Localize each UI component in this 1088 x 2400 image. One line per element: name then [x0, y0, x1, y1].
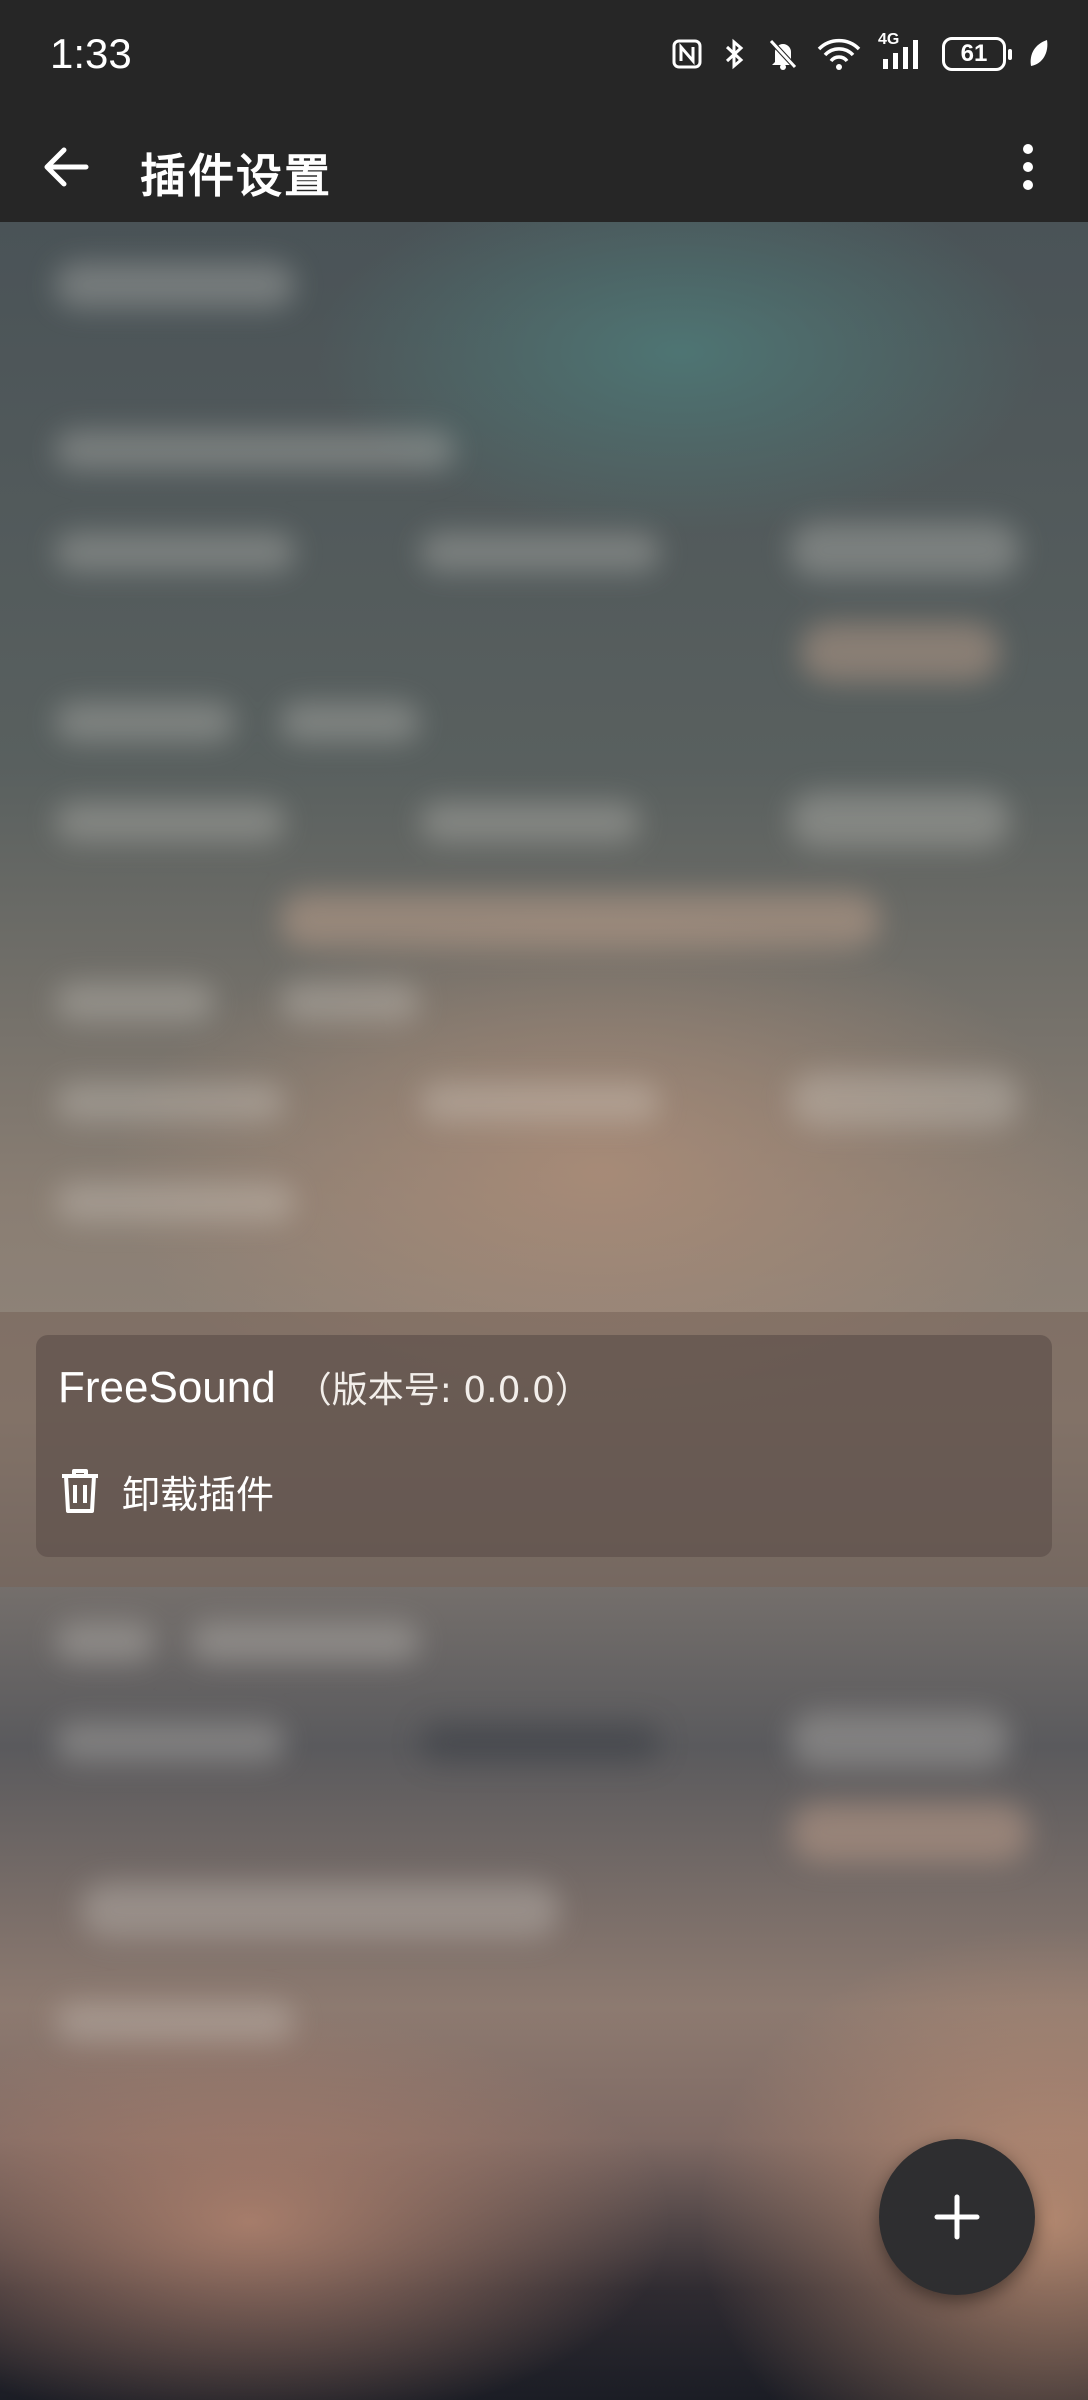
- screen: 1:33 4G 61 插件设置 FreeSound （版本号: 0.0.0） 卸…: [0, 0, 1088, 2400]
- mute-icon: [766, 37, 800, 71]
- add-plugin-button[interactable]: [879, 2139, 1035, 2295]
- more-options-button[interactable]: [998, 137, 1058, 197]
- arrow-left-icon: [44, 147, 89, 187]
- plugin-card: FreeSound （版本号: 0.0.0） 卸载插件: [36, 1335, 1052, 1557]
- leaf-icon: [1026, 37, 1050, 71]
- bluetooth-icon: [718, 37, 752, 71]
- blurred-plugin-list: [0, 222, 1088, 2127]
- uninstall-plugin-label: 卸载插件: [122, 1472, 275, 1517]
- back-button[interactable]: [36, 137, 96, 197]
- battery-indicator: 61: [942, 37, 1012, 71]
- plugin-title-row: FreeSound （版本号: 0.0.0）: [58, 1361, 591, 1413]
- signal-icon: 4G: [878, 31, 928, 71]
- plus-icon: [934, 2194, 980, 2240]
- app-bar: 插件设置: [0, 112, 1088, 222]
- more-vertical-icon: [1023, 144, 1033, 190]
- network-type-label: 4G: [878, 31, 900, 48]
- status-icons: 4G 61: [670, 31, 1050, 74]
- nfc-icon: [670, 37, 704, 71]
- wifi-icon: [814, 37, 864, 71]
- status-time: 1:33: [50, 30, 132, 77]
- uninstall-plugin-button[interactable]: 卸载插件: [58, 1461, 294, 1521]
- trash-icon: [62, 1469, 98, 1513]
- status-bar: 1:33 4G 61: [0, 0, 1088, 112]
- plugin-version: （版本号: 0.0.0）: [295, 1370, 591, 1411]
- page-title: 插件设置: [140, 149, 332, 203]
- plugin-name: FreeSound: [58, 1363, 276, 1412]
